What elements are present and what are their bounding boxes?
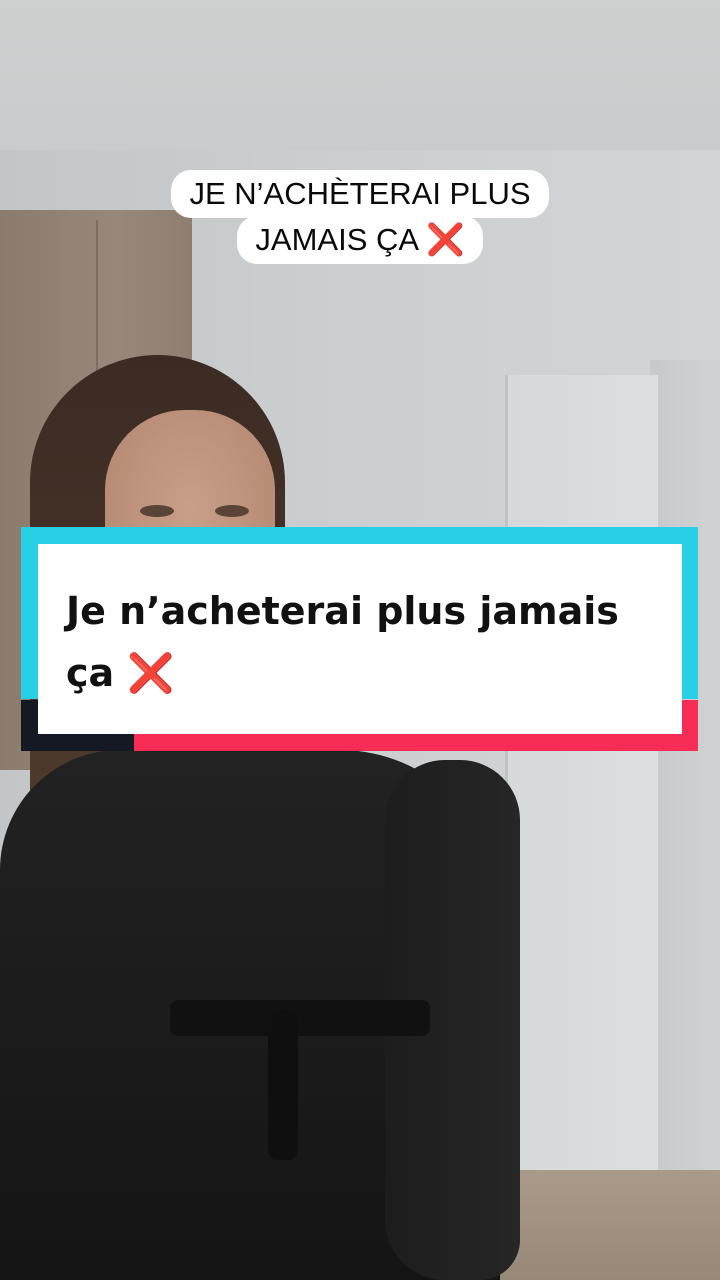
cross-mark-icon: ❌ <box>127 651 175 695</box>
cross-mark-icon: ❌ <box>425 222 465 257</box>
title-card-text: Je n’acheterai plus jamais ça ❌ <box>66 580 666 704</box>
top-caption-line-1: JE N’ACHÈTERAI PLUS <box>171 170 549 218</box>
dress-belt <box>170 1000 430 1036</box>
title-card-line-2: ça <box>66 651 115 695</box>
background-door <box>505 375 658 1205</box>
top-caption: JE N’ACHÈTERAI PLUS JAMAIS ÇA ❌ <box>0 170 720 264</box>
person-eye-right <box>215 505 249 517</box>
person-eye-left <box>140 505 174 517</box>
background-doorframe <box>650 360 720 1220</box>
dress-belt-tie <box>268 1010 298 1160</box>
top-caption-line-2: JAMAIS ÇA ❌ <box>237 216 483 264</box>
title-card-line-1: Je n’acheterai plus jamais <box>66 589 619 633</box>
